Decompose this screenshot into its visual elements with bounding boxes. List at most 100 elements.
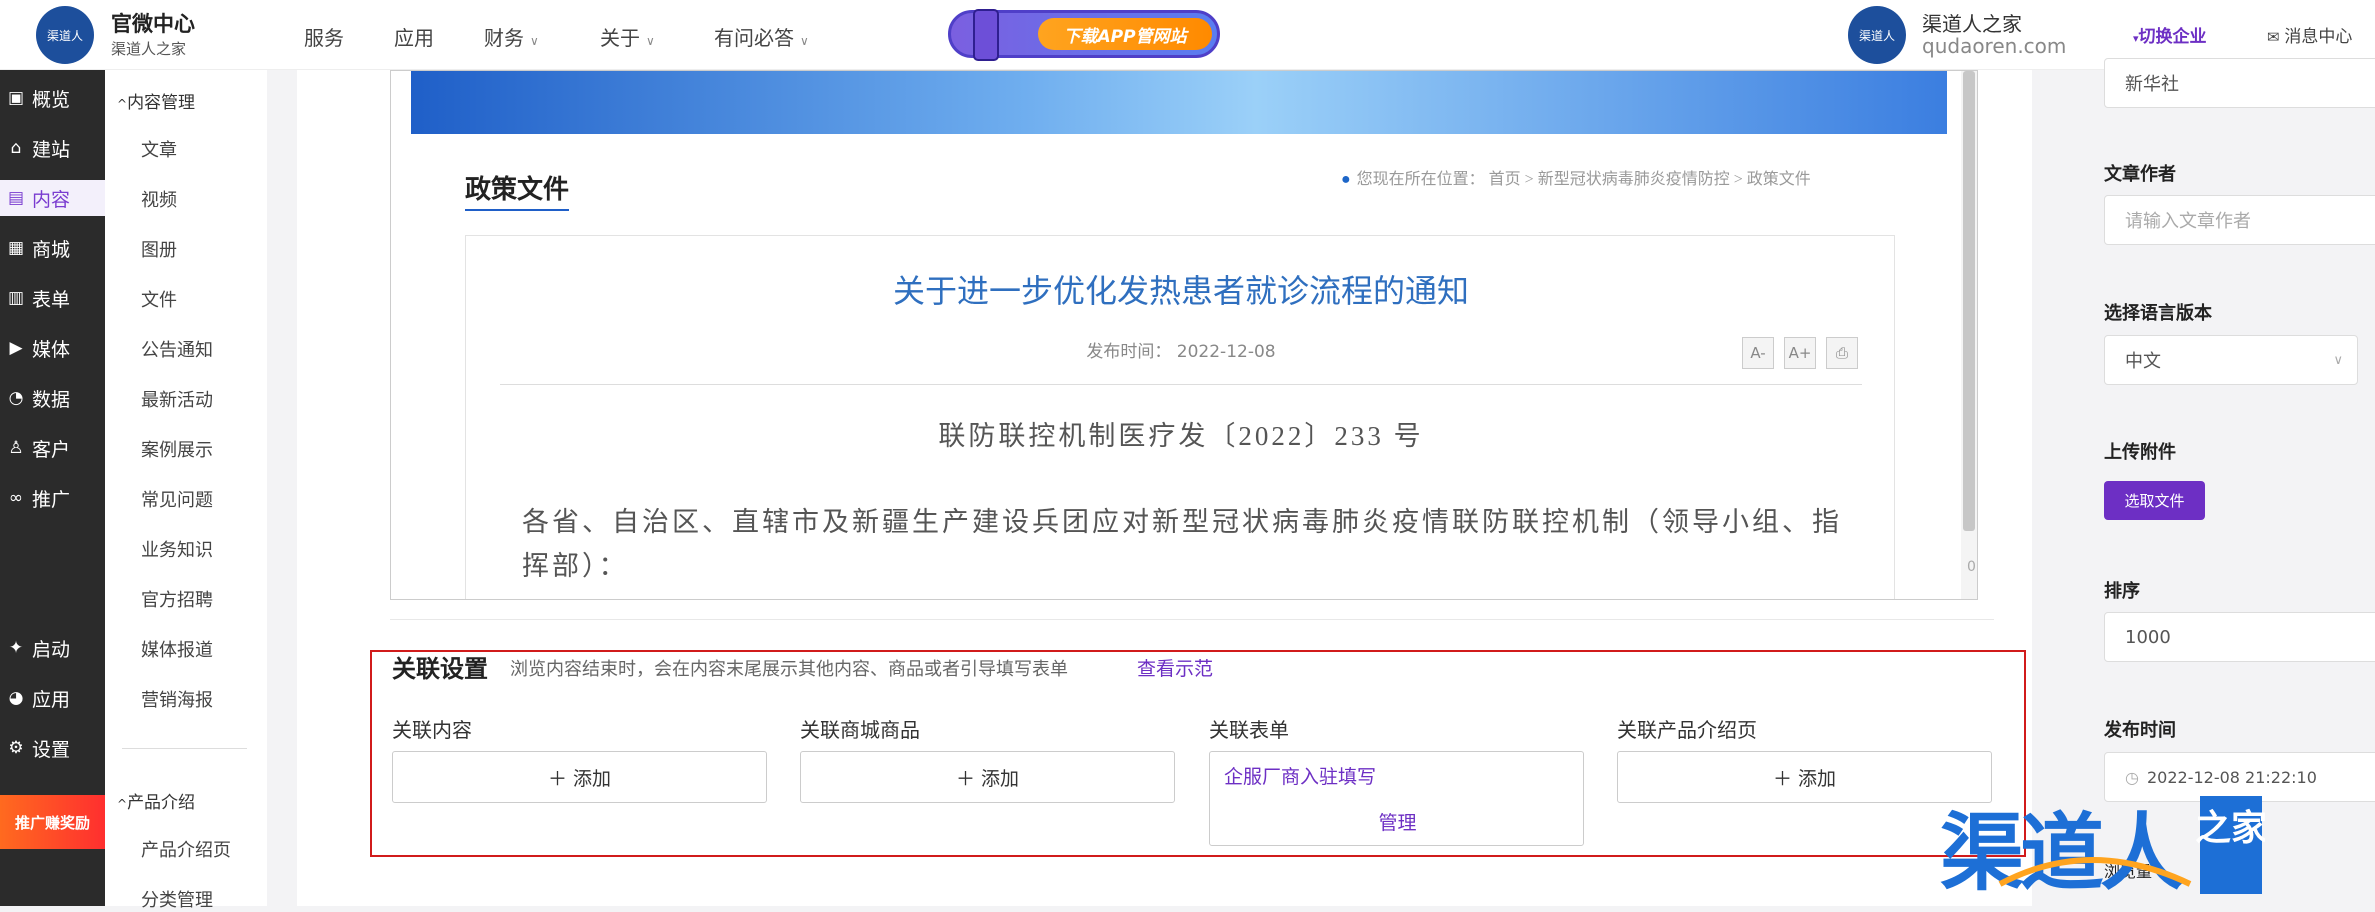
sidebar-item-3[interactable]: ▦ 商城: [0, 230, 105, 266]
author-input[interactable]: 请输入文章作者: [2104, 195, 2375, 245]
subnav-group-product[interactable]: ^产品介绍: [117, 788, 195, 813]
subnav-item-9[interactable]: 官方招聘: [141, 586, 213, 612]
sidebar-item-label: 建站: [32, 138, 71, 161]
nav-service[interactable]: 服务: [304, 22, 344, 51]
relation-settings-desc: 浏览内容结束时，会在内容末尾展示其他内容、商品或者引导填写表单: [510, 659, 1068, 680]
preview-scrollbar-thumb[interactable]: [1963, 71, 1975, 531]
subnav-item-0[interactable]: 文章: [141, 136, 177, 162]
subnav-group-content[interactable]: ^内容管理: [117, 88, 195, 113]
article-preview[interactable]: 政策文件 ● 您现在所在位置： 首页 > 新型冠状病毒肺炎疫情防控 > 政策文件 …: [390, 70, 1978, 600]
article-card: 关于进一步优化发热患者就诊流程的通知 发布时间： 2022-12-08 A- A…: [465, 235, 1895, 599]
print-button[interactable]: ⎙: [1826, 337, 1858, 369]
user-avatar[interactable]: 渠道人: [1848, 6, 1906, 64]
sidebar-item-6[interactable]: ◔ 数据: [0, 380, 105, 416]
hero-banner-image: [411, 71, 1947, 134]
download-app-banner[interactable]: 下载APP管网站: [948, 9, 1220, 61]
subnav-item-8[interactable]: 业务知识: [141, 536, 213, 562]
sidebar-item-label: 应用: [32, 688, 71, 711]
chevron-up-icon: ^: [117, 97, 128, 111]
clock-icon: ◷: [2125, 767, 2139, 787]
user-icon: ♙: [8, 438, 24, 458]
subnav-divider: [122, 748, 247, 749]
subnav-item-2[interactable]: 图册: [141, 236, 177, 262]
sidebar-item-label: 内容: [32, 188, 71, 211]
subnav-item-4[interactable]: 公告通知: [141, 336, 213, 362]
add-related-goods-button[interactable]: ＋ 添加: [800, 751, 1175, 803]
subnav-item-3[interactable]: 文件: [141, 286, 177, 312]
chevron-down-icon: ∨: [530, 34, 539, 48]
publish-time-input[interactable]: ◷ 2022-12-08 21:22:10: [2104, 752, 2375, 802]
add-related-content-button[interactable]: ＋ 添加: [392, 751, 767, 803]
switch-company-link[interactable]: ▾切换企业: [2133, 22, 2207, 47]
sidebar-item-1[interactable]: ⌂ 建站: [0, 130, 105, 166]
scroll-counter: 0: [1967, 559, 1976, 575]
sidebar-item-8[interactable]: ∞ 推广: [0, 480, 105, 516]
sidebar-item-7[interactable]: ♙ 客户: [0, 430, 105, 466]
nav-finance[interactable]: 财务 ∨: [484, 22, 539, 51]
promo-banner[interactable]: 推广赚奖励: [0, 795, 105, 849]
language-label: 选择语言版本: [2104, 303, 2212, 324]
sidebar-item-0[interactable]: ▣ 概览: [0, 80, 105, 116]
add-related-product-button[interactable]: ＋ 添加: [1617, 751, 1992, 803]
chevron-down-icon: ∨: [646, 34, 655, 48]
related-goods-label: 关联商城商品: [800, 718, 920, 742]
sidebar-item-label: 商城: [32, 238, 71, 261]
publish-time-label: 发布时间: [2104, 720, 2176, 741]
subnav-product-item-1[interactable]: 分类管理: [141, 886, 213, 912]
sidebar-item-10[interactable]: ◕ 应用: [0, 680, 105, 716]
svg-text:渠道人: 渠道人: [1940, 804, 2184, 896]
subnav-item-6[interactable]: 案例展示: [141, 436, 213, 462]
chevron-up-icon: ^: [117, 797, 128, 811]
top-header: 渠道人 官微中心 渠道人之家 服务 应用 财务 ∨ 关于 ∨ 有问必答 ∨ 下载APP…: [0, 0, 2375, 70]
relation-settings-title: 关联设置: [392, 655, 488, 683]
font-increase-button[interactable]: A+: [1784, 337, 1816, 369]
subnav-product-item-0[interactable]: 产品介绍页: [141, 836, 231, 862]
subnav-item-10[interactable]: 媒体报道: [141, 636, 213, 662]
sort-input[interactable]: 1000: [2104, 612, 2375, 662]
sidebar-item-4[interactable]: ▥ 表单: [0, 280, 105, 316]
article-body: 各省、自治区、直辖市及新疆生产建设兵团应对新型冠状病毒肺炎疫情联防联控机制（领导…: [522, 507, 1842, 581]
section-separator: [390, 619, 1994, 620]
font-decrease-button[interactable]: A-: [1742, 337, 1774, 369]
launch-icon: ✦: [8, 638, 24, 658]
article-source-input[interactable]: 新华社: [2104, 58, 2375, 108]
download-app-label: 下载APP管网站: [1038, 18, 1212, 50]
message-center-link[interactable]: ✉ 消息中心: [2267, 22, 2352, 47]
subnav-item-1[interactable]: 视频: [141, 186, 177, 212]
subnav-item-7[interactable]: 常见问题: [141, 486, 213, 512]
brand-logo[interactable]: 渠道人: [36, 6, 94, 64]
view-example-link[interactable]: 查看示范: [1137, 654, 1213, 681]
document-number: 联防联控机制医疗发〔2022〕233 号: [938, 421, 1424, 451]
apps-icon: ◕: [8, 688, 24, 708]
sidebar-item-5[interactable]: ▶ 媒体: [0, 330, 105, 366]
related-form-label: 关联表单: [1209, 718, 1289, 742]
svg-text:之家: 之家: [2195, 808, 2265, 849]
sidebar-item-label: 表单: [32, 288, 71, 311]
location-pin-icon: ●: [1341, 171, 1351, 188]
subnav-item-5[interactable]: 最新活动: [141, 386, 213, 412]
related-content-label: 关联内容: [392, 718, 472, 742]
related-form-link[interactable]: 企服厂商入驻填写: [1224, 762, 1376, 789]
sidebar-item-11[interactable]: ⚙ 设置: [0, 730, 105, 766]
chevron-down-icon: ∨: [800, 34, 809, 48]
article-title: 关于进一步优化发热患者就诊流程的通知: [892, 272, 1469, 310]
nav-apps[interactable]: 应用: [394, 22, 434, 51]
form-icon: ▥: [7, 288, 25, 308]
section-title: 政策文件: [465, 169, 570, 211]
gear-icon: ⚙: [8, 738, 24, 758]
sidebar-item-label: 客户: [32, 438, 71, 461]
choose-file-button[interactable]: 选取文件: [2104, 481, 2205, 520]
home-icon: ⌂: [10, 138, 22, 158]
sidebar-item-9[interactable]: ✦ 启动: [0, 630, 105, 666]
author-label: 文章作者: [2104, 164, 2176, 185]
language-select[interactable]: 中文 ∨: [2104, 335, 2358, 385]
subnav-item-11[interactable]: 营销海报: [141, 686, 213, 712]
nav-about[interactable]: 关于 ∨: [600, 22, 655, 51]
data-icon: ◔: [8, 388, 24, 408]
sidebar-item-2[interactable]: ▤ 内容: [0, 180, 105, 216]
nav-faq[interactable]: 有问必答 ∨: [714, 22, 809, 51]
manage-form-link[interactable]: 管理: [1210, 808, 1585, 835]
related-form-box: 企服厂商入驻填写 管理: [1209, 751, 1584, 846]
brand-title: 官微中心: [111, 12, 195, 36]
attachment-label: 上传附件: [2104, 442, 2176, 463]
